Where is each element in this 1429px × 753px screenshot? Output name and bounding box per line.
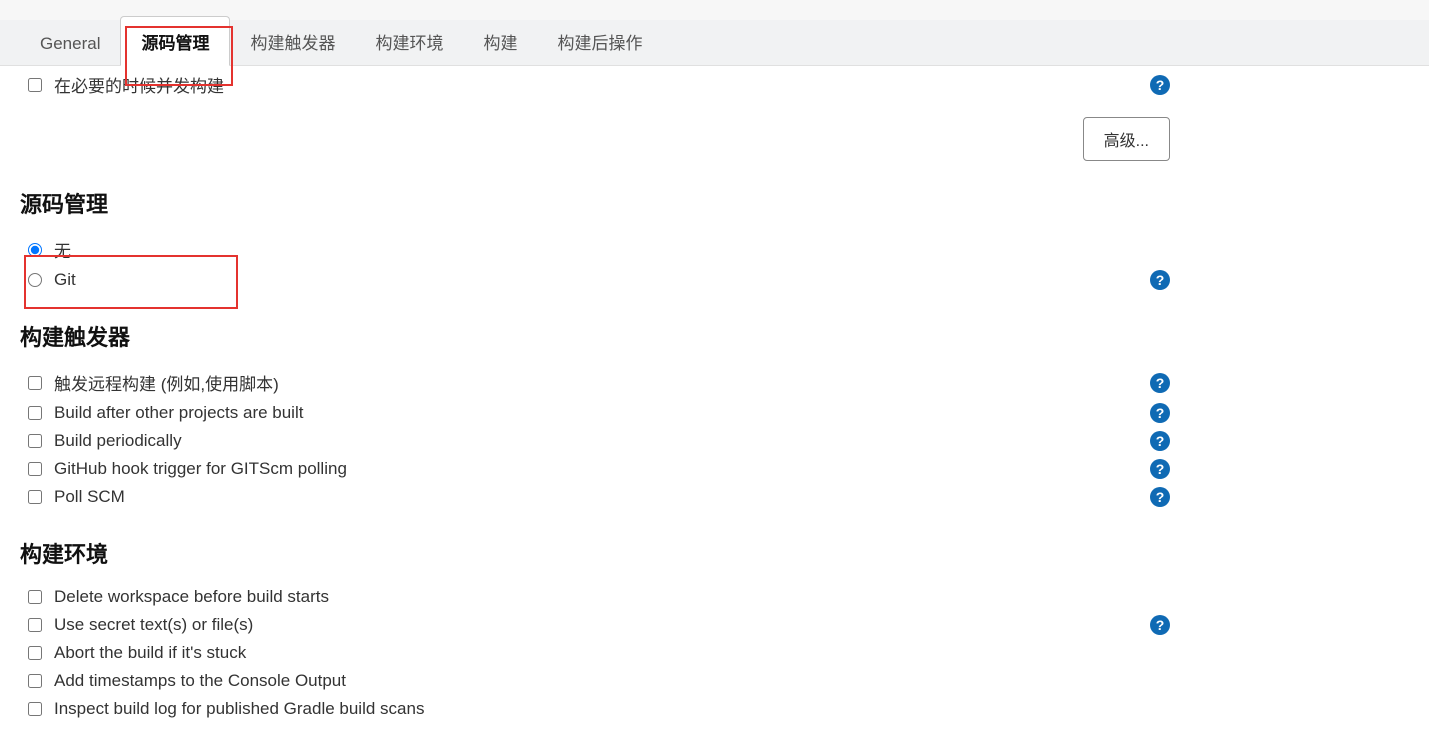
scm-git-highlight-annotation [24,255,238,309]
trigger-remote-label: 触发远程构建 (例如,使用脚本) [54,370,1150,395]
env-section-title: 构建环境 [20,537,1170,569]
trigger-after-checkbox[interactable] [28,406,42,420]
help-icon[interactable]: ? [1150,487,1170,507]
tab-triggers[interactable]: 构建触发器 [230,17,355,65]
help-icon[interactable]: ? [1150,431,1170,451]
help-icon[interactable]: ? [1150,373,1170,393]
trigger-row-4: Poll SCM ? [20,483,1170,511]
trigger-after-label: Build after other projects are built [54,403,1150,423]
trigger-row-0: 触发远程构建 (例如,使用脚本) ? [20,366,1170,399]
triggers-section-title: 构建触发器 [20,320,1170,352]
trigger-github-label: GitHub hook trigger for GITScm polling [54,459,1150,479]
trigger-row-1: Build after other projects are built ? [20,399,1170,427]
trigger-remote-checkbox[interactable] [28,376,42,390]
help-icon[interactable]: ? [1150,403,1170,423]
help-icon[interactable]: ? [1150,459,1170,479]
env-delete-ws-label: Delete workspace before build starts [54,587,1170,607]
trigger-periodic-checkbox[interactable] [28,434,42,448]
env-secret-label: Use secret text(s) or file(s) [54,615,1150,635]
tab-build[interactable]: 构建 [463,17,537,65]
env-timestamps-checkbox[interactable] [28,674,42,688]
env-row-2: Abort the build if it's stuck [20,639,1170,667]
env-timestamps-label: Add timestamps to the Console Output [54,671,1170,691]
env-abort-checkbox[interactable] [28,646,42,660]
tabbar: General 源码管理 构建触发器 构建环境 构建 构建后操作 [0,20,1429,66]
trigger-row-3: GitHub hook trigger for GITScm polling ? [20,455,1170,483]
tab-general[interactable]: General [20,22,120,65]
scm-section-title: 源码管理 [20,187,1170,219]
advanced-button-wrap: 高级... [20,117,1170,161]
env-gradle-label: Inspect build log for published Gradle b… [54,699,1170,719]
trigger-pollscm-checkbox[interactable] [28,490,42,504]
trigger-github-checkbox[interactable] [28,462,42,476]
env-gradle-checkbox[interactable] [28,702,42,716]
content-area: 在必要的时候并发构建 ? 高级... 源码管理 无 Git ? 构建触发器 触发… [0,68,1190,753]
env-row-0: Delete workspace before build starts [20,583,1170,611]
env-secret-checkbox[interactable] [28,618,42,632]
help-icon[interactable]: ? [1150,615,1170,635]
help-icon[interactable]: ? [1150,75,1170,95]
trigger-row-2: Build periodically ? [20,427,1170,455]
trigger-periodic-label: Build periodically [54,431,1150,451]
tab-highlight-annotation [125,26,233,86]
env-row-3: Add timestamps to the Console Output [20,667,1170,695]
advanced-button[interactable]: 高级... [1083,117,1170,161]
tab-post[interactable]: 构建后操作 [537,17,662,65]
env-delete-ws-checkbox[interactable] [28,590,42,604]
env-row-1: Use secret text(s) or file(s) ? [20,611,1170,639]
env-abort-label: Abort the build if it's stuck [54,643,1170,663]
env-row-4: Inspect build log for published Gradle b… [20,695,1170,723]
concurrent-build-checkbox[interactable] [28,78,42,92]
help-icon[interactable]: ? [1150,270,1170,290]
trigger-pollscm-label: Poll SCM [54,487,1150,507]
tab-env[interactable]: 构建环境 [355,17,463,65]
